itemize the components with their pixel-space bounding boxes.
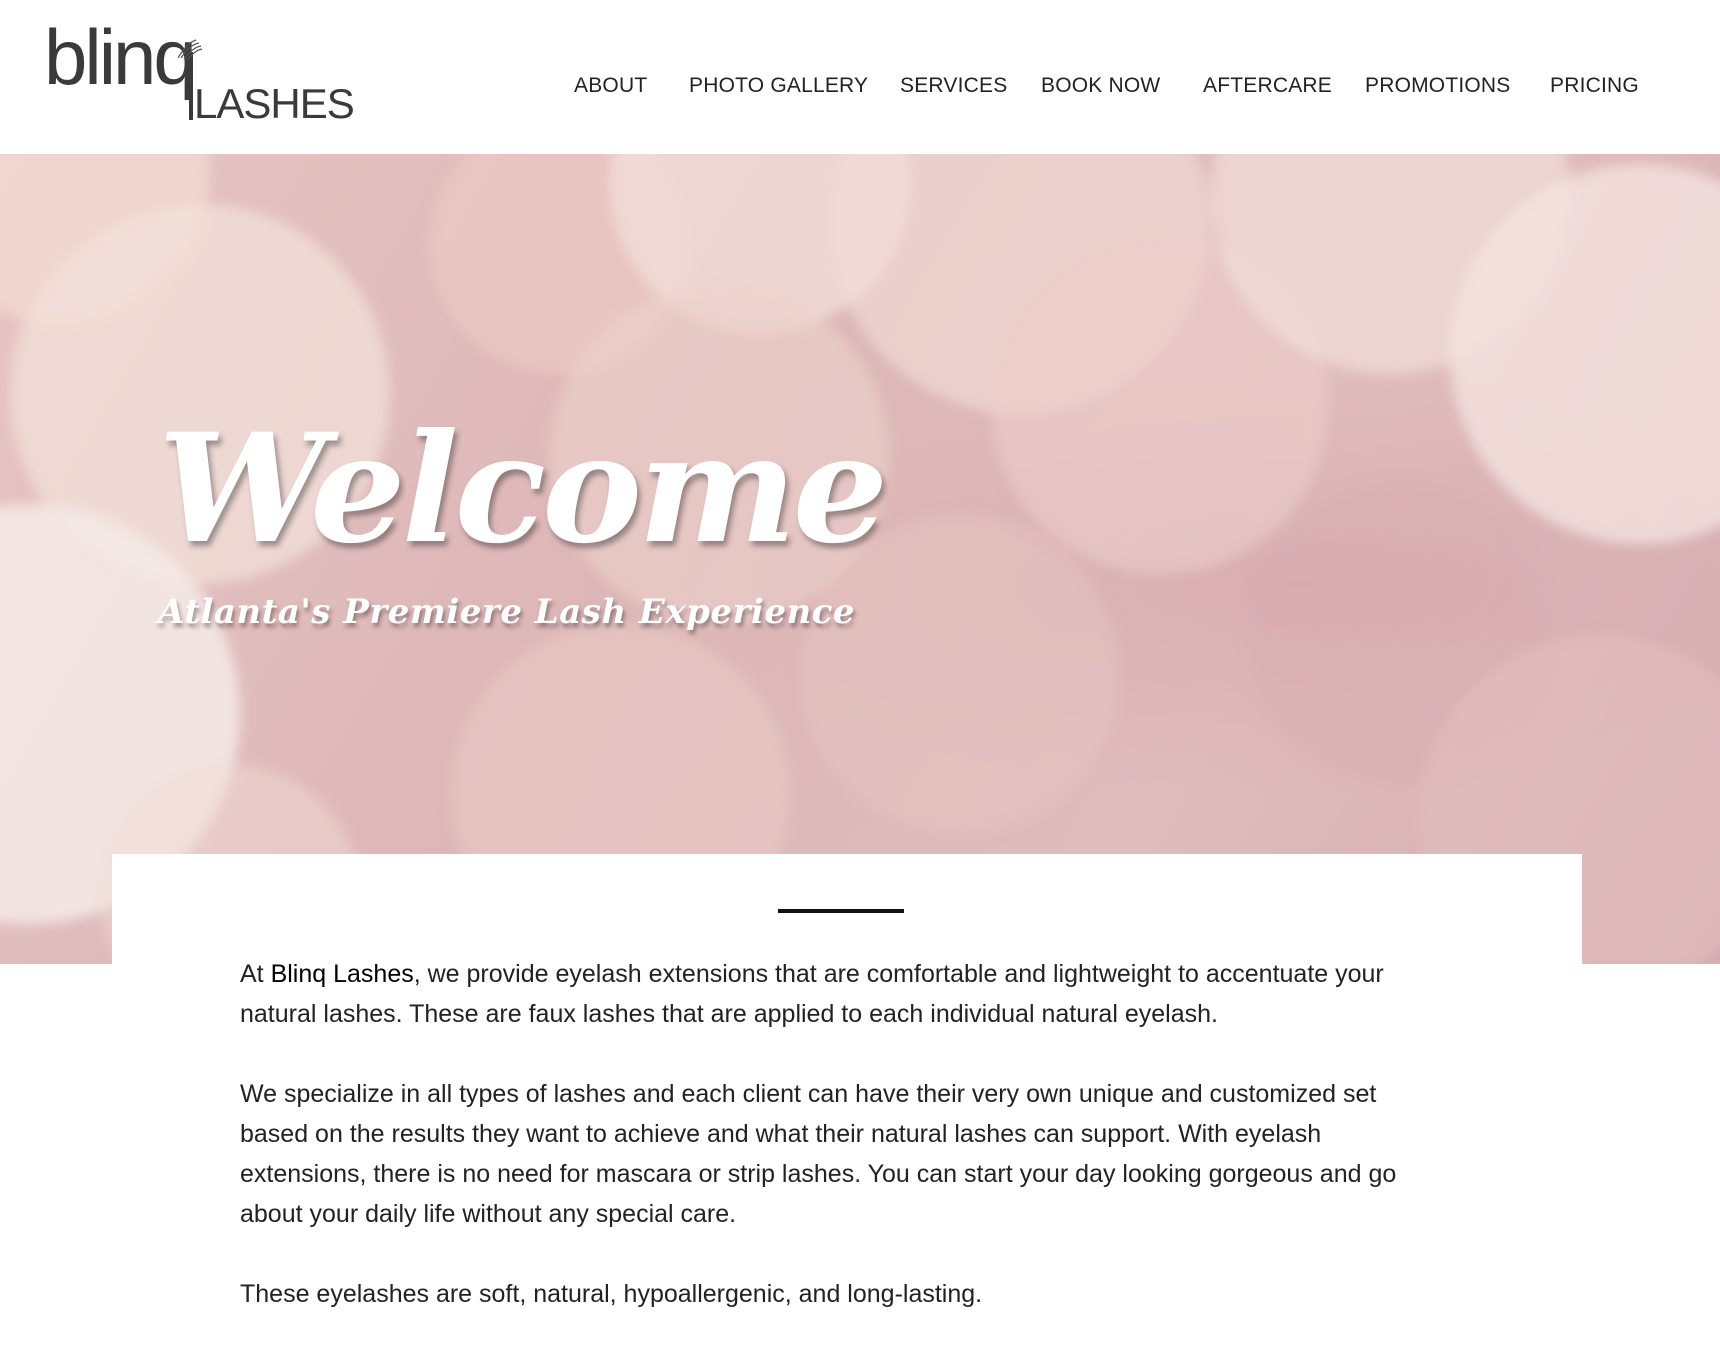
nav-aftercare[interactable]: AFTERCARE	[1203, 66, 1332, 106]
nav-book-now[interactable]: BOOK NOW	[1041, 66, 1160, 106]
intro-paragraph-2: We specialize in all types of lashes and…	[240, 1080, 1397, 1228]
intro-brand-name: Blinq Lashes	[270, 960, 414, 988]
nav-about[interactable]: ABOUT	[574, 66, 647, 106]
nav-promotions[interactable]: PROMOTIONS	[1365, 66, 1511, 106]
hero-banner: Welcome Atlanta's Premiere Lash Experien…	[0, 154, 1720, 964]
nav-photo-gallery[interactable]: PHOTO GALLERY	[689, 66, 868, 106]
section-divider	[778, 909, 904, 913]
intro-paragraph-3: These eyelashes are soft, natural, hypoa…	[240, 1280, 983, 1308]
nav-services[interactable]: SERVICES	[900, 66, 1007, 106]
intro-p1-prefix: At	[240, 960, 271, 988]
intro-copy: At Blinq Lashes, we provide eyelash exte…	[240, 954, 1420, 1354]
site-header: blinq LASHES ABOUT PHOTO GALLERY SERVICE…	[0, 0, 1720, 154]
nav-pricing[interactable]: PRICING	[1550, 66, 1639, 106]
blinq-lashes-logo[interactable]: blinq LASHES	[44, 12, 384, 124]
hero-tagline: Atlanta's Premiere Lash Experience	[158, 592, 856, 632]
hero-title: Welcome	[158, 401, 888, 577]
intro-card: At Blinq Lashes, we provide eyelash exte…	[112, 854, 1582, 1340]
logo-main-text: blinq	[44, 13, 194, 101]
logo-sub-text: LASHES	[194, 80, 354, 124]
intro-paragraph-1: At Blinq Lashes, we provide eyelash exte…	[240, 954, 1420, 1034]
